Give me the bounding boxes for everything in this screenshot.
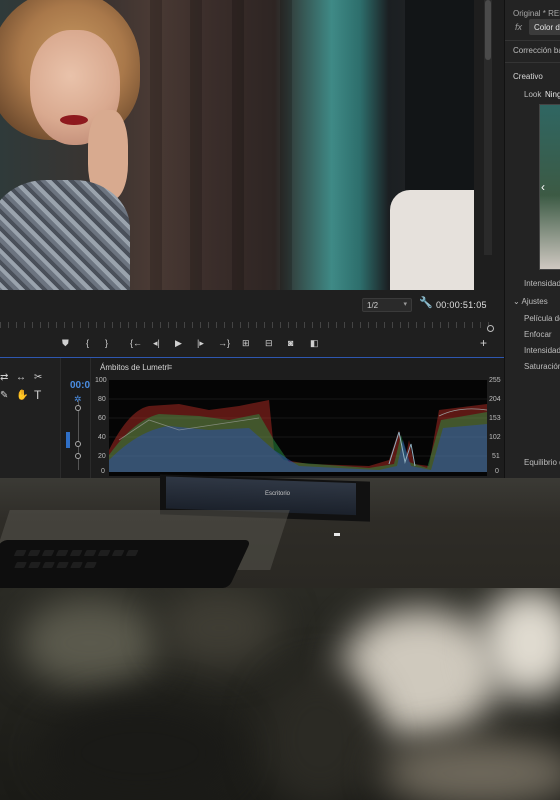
- razor-icon[interactable]: ✂: [34, 372, 42, 383]
- camera-icon[interactable]: ◙: [288, 338, 293, 348]
- ripple-edit-icon[interactable]: ⇄: [0, 372, 8, 383]
- look-label: Look: [524, 90, 542, 99]
- overwrite-icon[interactable]: ⊟: [265, 338, 273, 349]
- go-to-out-icon[interactable]: →}: [218, 338, 230, 348]
- curtain-fold: [280, 0, 292, 290]
- mark-in-icon[interactable]: {: [86, 338, 89, 348]
- monitor-scrollbar[interactable]: [484, 0, 492, 255]
- keyboard: [0, 540, 252, 588]
- adjustments-label: Ajustes: [521, 297, 548, 306]
- scale-left-label: 0: [101, 468, 105, 475]
- intensity-label: Intensidad: [524, 279, 560, 288]
- blur-shape: [160, 588, 280, 668]
- scale-right-label: 255: [489, 377, 501, 384]
- scale-right-label: 153: [489, 415, 501, 422]
- time-ruler[interactable]: [0, 322, 492, 328]
- blur-shape: [20, 598, 160, 688]
- scale-right-label: 0: [495, 468, 499, 475]
- track-keyframe[interactable]: [75, 453, 81, 459]
- insert-icon[interactable]: ⊞: [242, 338, 250, 349]
- sequence-timecode[interactable]: 00:0: [70, 380, 90, 391]
- curtain-fold: [190, 0, 202, 290]
- chevron-down-icon: ▾: [403, 301, 407, 308]
- saturation-label: Saturación: [524, 362, 560, 371]
- sequin-dress: [0, 180, 130, 290]
- track-panel: [60, 358, 90, 478]
- balance-label: Equilibrio de: [524, 458, 560, 467]
- playhead-timecode[interactable]: 00:00:51:05: [436, 300, 487, 310]
- scale-right-label: 102: [489, 434, 501, 441]
- step-forward-icon[interactable]: |▸: [197, 338, 204, 349]
- curtain-fold: [150, 0, 162, 290]
- section-basic-correction[interactable]: Corrección básic: [513, 46, 560, 55]
- marker-icon[interactable]: ⛊: [62, 338, 69, 349]
- playhead-handle[interactable]: [487, 325, 494, 332]
- scale-left-label: 20: [98, 453, 106, 460]
- section-creative[interactable]: Creativo: [513, 72, 543, 81]
- track-clip-indicator[interactable]: [66, 432, 70, 448]
- rolling-edit-icon[interactable]: ↔: [16, 372, 26, 383]
- lumetri-color-panel: Original * RED fx Color de Corrección bá…: [504, 0, 560, 478]
- chevron-left-icon[interactable]: ‹: [541, 180, 545, 194]
- hand-icon[interactable]: ✋: [16, 390, 28, 401]
- tools-panel: ⇄ ↔ ✂ ✎ ✋ T: [0, 358, 60, 478]
- lumetri-scopes-panel: Ámbitos de Lumetri ≡ 100 80 60 40 20 0 2…: [90, 358, 504, 478]
- track-keyframe[interactable]: [75, 405, 81, 411]
- zoom-value: 1/2: [367, 301, 379, 310]
- play-icon[interactable]: ▶: [175, 338, 182, 349]
- step-back-icon[interactable]: ◂|: [153, 338, 160, 349]
- blurred-foreground: [0, 588, 560, 800]
- scopes-title[interactable]: Ámbitos de Lumetri: [100, 363, 169, 372]
- go-to-in-icon[interactable]: {←: [130, 338, 142, 348]
- taskbar-label: Escritorio: [265, 491, 291, 497]
- divider: [505, 40, 560, 41]
- blur-shape: [40, 698, 240, 800]
- blur-shape: [380, 738, 560, 800]
- blur-shape: [260, 668, 380, 800]
- look-dropdown[interactable]: Ning: [545, 90, 560, 99]
- photo-root: Original * RED fx Color de Corrección bá…: [0, 0, 560, 800]
- zoom-select[interactable]: 1/2 ▾: [362, 298, 412, 312]
- adjustments-toggle[interactable]: ⌄ Ajustes: [513, 297, 548, 306]
- menu-icon[interactable]: ≡: [167, 362, 172, 372]
- power-led: [334, 533, 340, 536]
- pen-icon[interactable]: ✎: [0, 390, 8, 401]
- wrench-icon[interactable]: 🔧: [419, 296, 433, 310]
- type-tool-icon[interactable]: T: [34, 388, 41, 402]
- scale-left-label: 80: [98, 396, 106, 403]
- fx-label[interactable]: fx: [515, 22, 522, 32]
- transport-controls: ⛊ { } {← ◂| ▶ |▸ →} ⊞ ⊟ ◙ ◧ +: [0, 336, 504, 354]
- clip-header: Original * RED: [513, 9, 560, 18]
- faded-film-label: Película desv: [524, 314, 560, 323]
- tab-color[interactable]: Color de: [529, 19, 560, 35]
- sharpen-label: Enfocar: [524, 330, 552, 339]
- scale-right-label: 204: [489, 396, 501, 403]
- mark-out-icon[interactable]: }: [105, 338, 108, 348]
- scale-left-label: 100: [95, 377, 107, 384]
- scale-right-label: 51: [492, 453, 500, 460]
- program-monitor-video: [0, 0, 474, 290]
- scale-left-label: 60: [98, 415, 106, 422]
- track-keyframe[interactable]: [75, 441, 81, 447]
- curtain-fold: [232, 0, 244, 290]
- editor-screen: Original * RED fx Color de Corrección bá…: [0, 0, 560, 478]
- scale-left-label: 40: [98, 434, 106, 441]
- dark-coat: [405, 0, 474, 210]
- compare-icon[interactable]: ◧: [310, 338, 319, 349]
- add-icon[interactable]: +: [480, 336, 487, 350]
- white-skirt: [390, 190, 474, 290]
- rgb-parade-waveform: [109, 380, 487, 476]
- woman-lips: [60, 115, 88, 125]
- divider: [505, 62, 560, 63]
- intensity2-label: Intensidad: [524, 346, 560, 355]
